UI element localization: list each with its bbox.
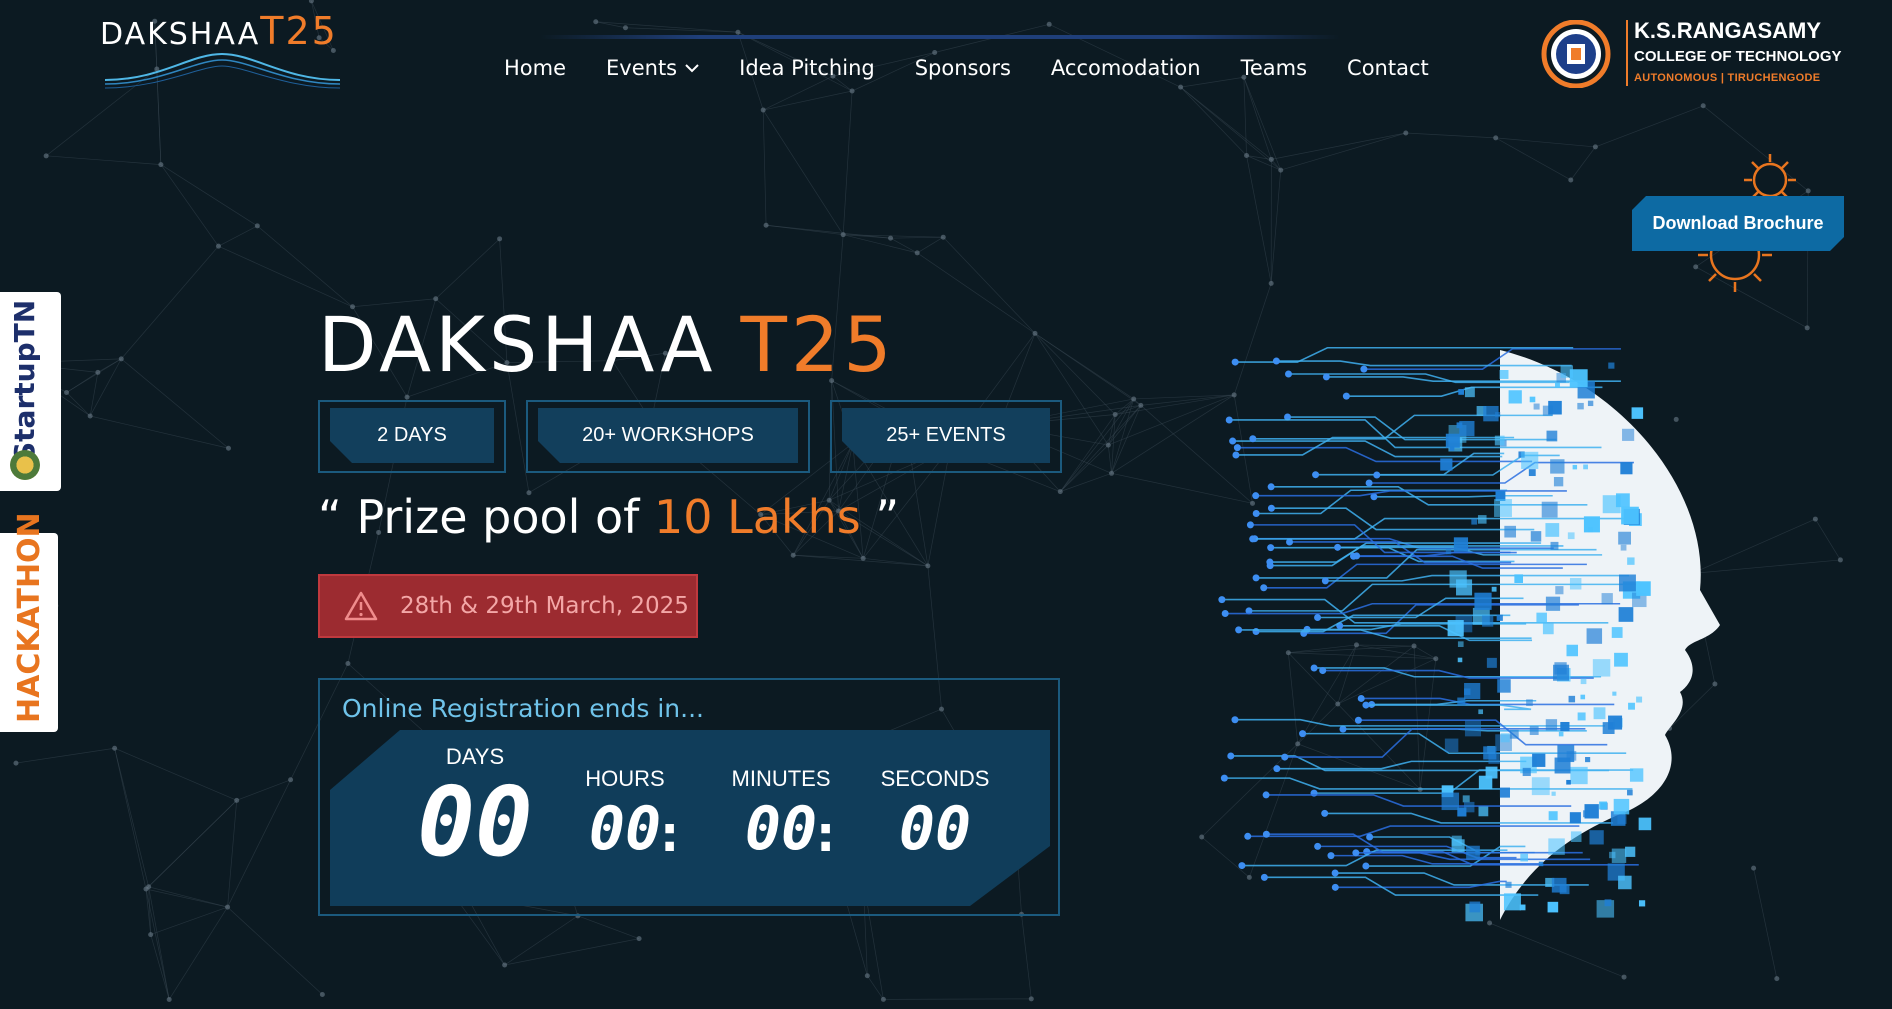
nav-contact[interactable]: Contact bbox=[1347, 56, 1429, 80]
stat-events: 25+ EVENTS bbox=[830, 400, 1062, 473]
nav-sponsors[interactable]: Sponsors bbox=[915, 56, 1011, 80]
hackathon-badge[interactable]: HACKATHON bbox=[0, 512, 58, 732]
prize-amount: 10 Lakhs bbox=[654, 490, 861, 544]
college-subtitle: COLLEGE OF TECHNOLOGY bbox=[1634, 48, 1842, 65]
countdown-seconds: SECONDS 00 bbox=[870, 766, 1000, 866]
countdown-days: DAYS 00 bbox=[400, 744, 550, 874]
ai-head-illustration bbox=[1218, 346, 1720, 922]
event-date-alert: 28th & 29th March, 2025 bbox=[318, 574, 698, 638]
hero-title-main: DAKSHAA bbox=[318, 300, 717, 389]
hero-title-accent: T25 bbox=[740, 300, 896, 389]
countdown-separator: : bbox=[654, 804, 686, 864]
logo-wave-icon bbox=[104, 52, 341, 89]
hero-title: DAKSHAA T25 bbox=[318, 300, 896, 390]
nav-teams[interactable]: Teams bbox=[1241, 56, 1307, 80]
seconds-value: 00 bbox=[898, 794, 972, 864]
days-value: 00 bbox=[417, 766, 533, 878]
warning-triangle-icon bbox=[344, 591, 378, 621]
startuptn-label: StartupTN bbox=[8, 299, 41, 462]
nav-decor-line bbox=[540, 35, 1340, 39]
logo-accent-text: T25 bbox=[260, 9, 338, 53]
chevron-down-icon bbox=[685, 64, 699, 73]
registration-countdown: Online Registration ends in... DAYS 00 H… bbox=[318, 678, 1060, 916]
event-date: 28th & 29th March, 2025 bbox=[400, 593, 689, 619]
college-name: K.S.RANGASAMY bbox=[1634, 18, 1822, 43]
logo-main-text: DAKSHAA bbox=[100, 17, 261, 52]
prize-pool-text: “ Prize pool of 10 Lakhs ” bbox=[318, 490, 900, 544]
tn-emblem-icon bbox=[10, 450, 40, 480]
college-seal-icon bbox=[1541, 20, 1611, 88]
nav-events[interactable]: Events bbox=[606, 56, 699, 80]
nav-home[interactable]: Home bbox=[504, 56, 566, 80]
stat-workshops: 20+ WORKSHOPS bbox=[526, 400, 810, 473]
college-divider bbox=[1626, 20, 1628, 86]
college-tagline: AUTONOMOUS | TIRUCHENGODE bbox=[1634, 72, 1821, 84]
stat-days: 2 DAYS bbox=[318, 400, 506, 473]
startuptn-badge[interactable]: StartupTN bbox=[0, 292, 61, 491]
college-logo[interactable]: K.S.RANGASAMY COLLEGE OF TECHNOLOGY AUTO… bbox=[1540, 16, 1842, 90]
countdown-title: Online Registration ends in... bbox=[342, 694, 704, 723]
hackathon-label: HACKATHON bbox=[12, 512, 47, 723]
nav-accomodation[interactable]: Accomodation bbox=[1051, 56, 1201, 80]
download-brochure-button[interactable]: Download Brochure bbox=[1632, 196, 1844, 251]
countdown-separator: : bbox=[810, 804, 842, 864]
dakshaa-logo[interactable]: DAKSHAAT25 bbox=[100, 12, 345, 89]
main-nav: Home Events Idea Pitching Sponsors Accom… bbox=[504, 56, 1469, 80]
nav-idea-pitching[interactable]: Idea Pitching bbox=[739, 56, 875, 80]
